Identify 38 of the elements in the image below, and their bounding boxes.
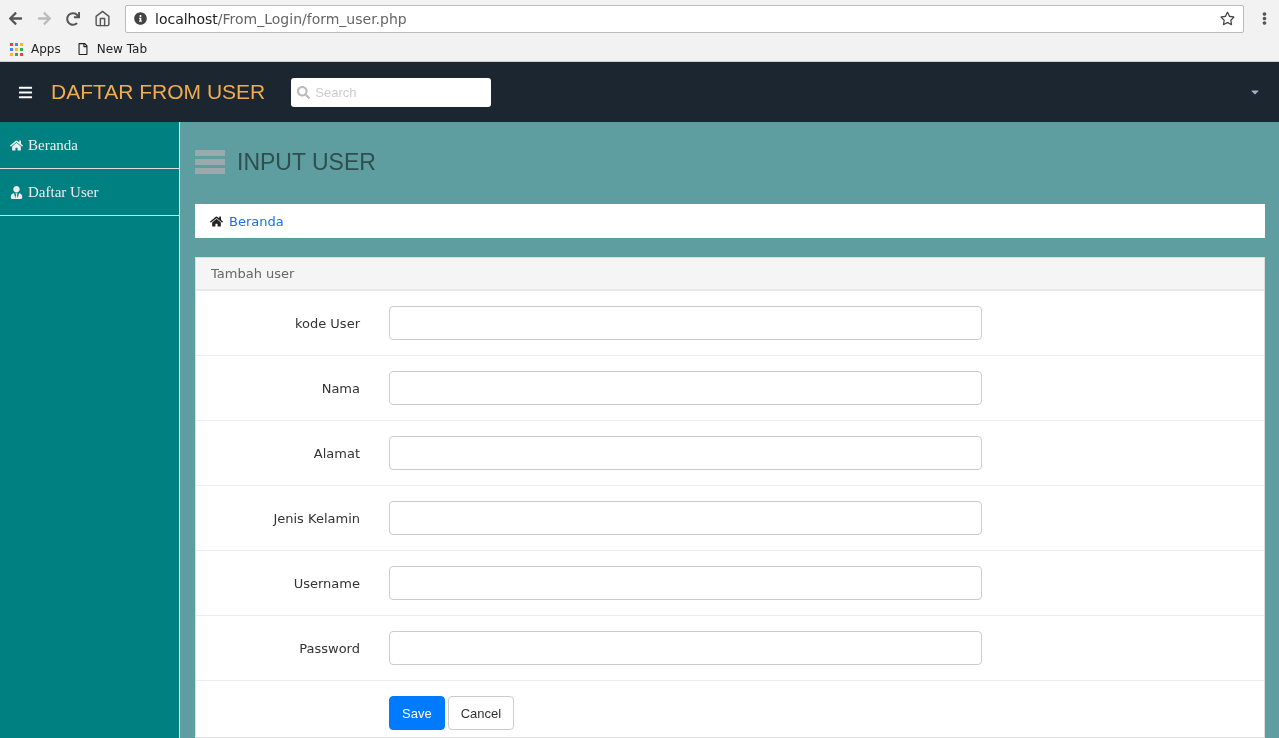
field-label: Password bbox=[298, 640, 360, 656]
field-label: kode User bbox=[293, 315, 360, 331]
bookmark-link[interactable]: New Tab bbox=[76, 42, 147, 56]
home-icon bbox=[10, 138, 23, 152]
input-field[interactable] bbox=[389, 631, 982, 665]
home-icon bbox=[210, 214, 223, 228]
input-field[interactable] bbox=[389, 436, 982, 470]
input-field[interactable] bbox=[389, 501, 982, 535]
input-field[interactable] bbox=[389, 306, 982, 340]
input-field[interactable] bbox=[389, 566, 982, 600]
back-icon[interactable] bbox=[8, 11, 23, 26]
address-bar[interactable]: localhost/From_Login/form_user.php bbox=[125, 4, 1244, 33]
url-path: /From_Login/form_user.php bbox=[217, 10, 407, 27]
field-label: Jenis Kelamin bbox=[271, 510, 360, 526]
star-icon[interactable] bbox=[1220, 11, 1235, 26]
panel-heading: Tambah user bbox=[196, 258, 1264, 291]
input-field[interactable] bbox=[389, 371, 982, 405]
field-label: Username bbox=[292, 575, 360, 591]
brand-title: DAFTAR FROM USER bbox=[51, 80, 266, 104]
page-icon bbox=[76, 43, 89, 55]
menu-icon[interactable] bbox=[18, 84, 33, 100]
server-icon bbox=[195, 150, 225, 174]
home-icon[interactable] bbox=[94, 10, 111, 27]
user-icon bbox=[10, 185, 23, 199]
sidebar-item[interactable]: Daftar User bbox=[0, 169, 179, 216]
field-label: Nama bbox=[320, 380, 360, 396]
reload-icon[interactable] bbox=[66, 11, 80, 26]
save-button[interactable]: Save bbox=[389, 696, 445, 730]
apps-grid-icon bbox=[10, 42, 23, 56]
field-label: Alamat bbox=[312, 445, 360, 461]
url-host: localhost bbox=[155, 10, 218, 27]
info-icon bbox=[134, 12, 147, 25]
bookmark-link[interactable]: Apps bbox=[10, 42, 61, 56]
search-icon bbox=[297, 85, 311, 99]
page-title: INPUT USER bbox=[237, 148, 376, 176]
cancel-button[interactable]: Cancel bbox=[447, 696, 515, 730]
breadcrumb-link[interactable]: Beranda bbox=[229, 213, 284, 229]
sidebar-item[interactable]: Beranda bbox=[0, 122, 179, 169]
